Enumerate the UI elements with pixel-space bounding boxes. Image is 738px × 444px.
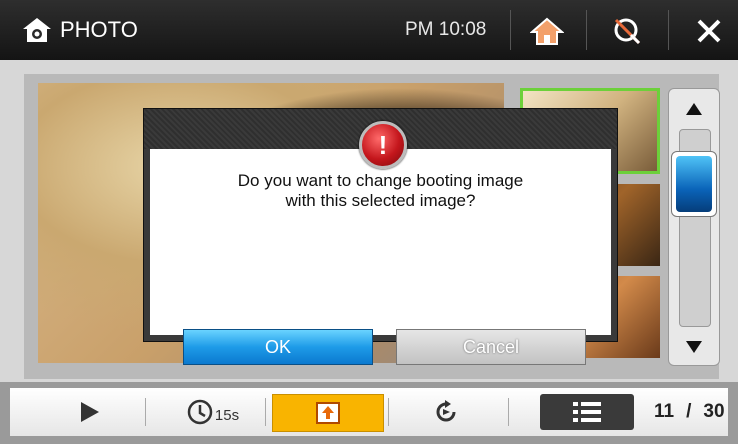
dialog-message-line2: with this selected image?	[285, 191, 476, 210]
ok-button[interactable]: OK	[183, 329, 373, 365]
scroll-up-button[interactable]	[669, 97, 719, 121]
total-count: 30	[703, 401, 725, 422]
top-bar: PHOTO PM 10:08	[0, 0, 738, 60]
scroll-thumb[interactable]	[671, 151, 717, 217]
counter-slash: /	[686, 401, 692, 422]
play-icon	[81, 402, 99, 422]
toolbar-panel: 15s 11 / 30	[10, 388, 728, 436]
rotate-button[interactable]	[428, 394, 464, 430]
cancel-button[interactable]: Cancel	[396, 329, 586, 365]
list-view-button[interactable]	[540, 394, 634, 430]
interval-label: 15s	[214, 406, 240, 424]
close-button[interactable]	[684, 10, 734, 52]
clock: PM 10:08	[405, 19, 487, 40]
set-booting-image-button[interactable]	[272, 394, 384, 432]
scroll-down-button[interactable]	[669, 335, 719, 359]
rotate-icon	[436, 400, 456, 422]
interval-button[interactable]: 15s	[178, 394, 248, 430]
no-rotate-icon	[614, 18, 641, 45]
play-button[interactable]	[72, 394, 108, 430]
close-icon	[697, 19, 721, 43]
app-title-text: PHOTO	[60, 17, 138, 42]
divider	[668, 10, 669, 50]
upload-icon	[316, 402, 340, 424]
arrow-down-icon	[686, 341, 702, 353]
dialog-body: Do you want to change booting image with…	[150, 149, 611, 365]
divider	[586, 10, 587, 50]
current-index: 11	[654, 401, 675, 422]
bottom-toolbar: 15s 11 / 30	[0, 382, 738, 444]
confirm-dialog: Do you want to change booting image with…	[143, 108, 618, 365]
clock-icon	[187, 399, 213, 425]
divider	[265, 398, 266, 426]
home-icon	[530, 17, 564, 45]
dialog-message: Do you want to change booting image with…	[150, 171, 611, 211]
app-title: PHOTO	[20, 0, 138, 60]
divider	[145, 398, 146, 426]
list-icon	[573, 402, 601, 422]
divider	[508, 398, 509, 426]
alert-icon: !	[359, 121, 407, 169]
divider	[388, 398, 389, 426]
page-counter: 11 / 30	[648, 396, 731, 428]
rotation-lock-button[interactable]	[602, 10, 652, 52]
dialog-message-line1: Do you want to change booting image	[237, 171, 524, 190]
scrollbar[interactable]	[668, 88, 720, 366]
arrow-up-icon	[686, 103, 702, 115]
home-button[interactable]	[522, 10, 572, 52]
divider	[510, 10, 511, 50]
camera-icon	[23, 18, 51, 42]
